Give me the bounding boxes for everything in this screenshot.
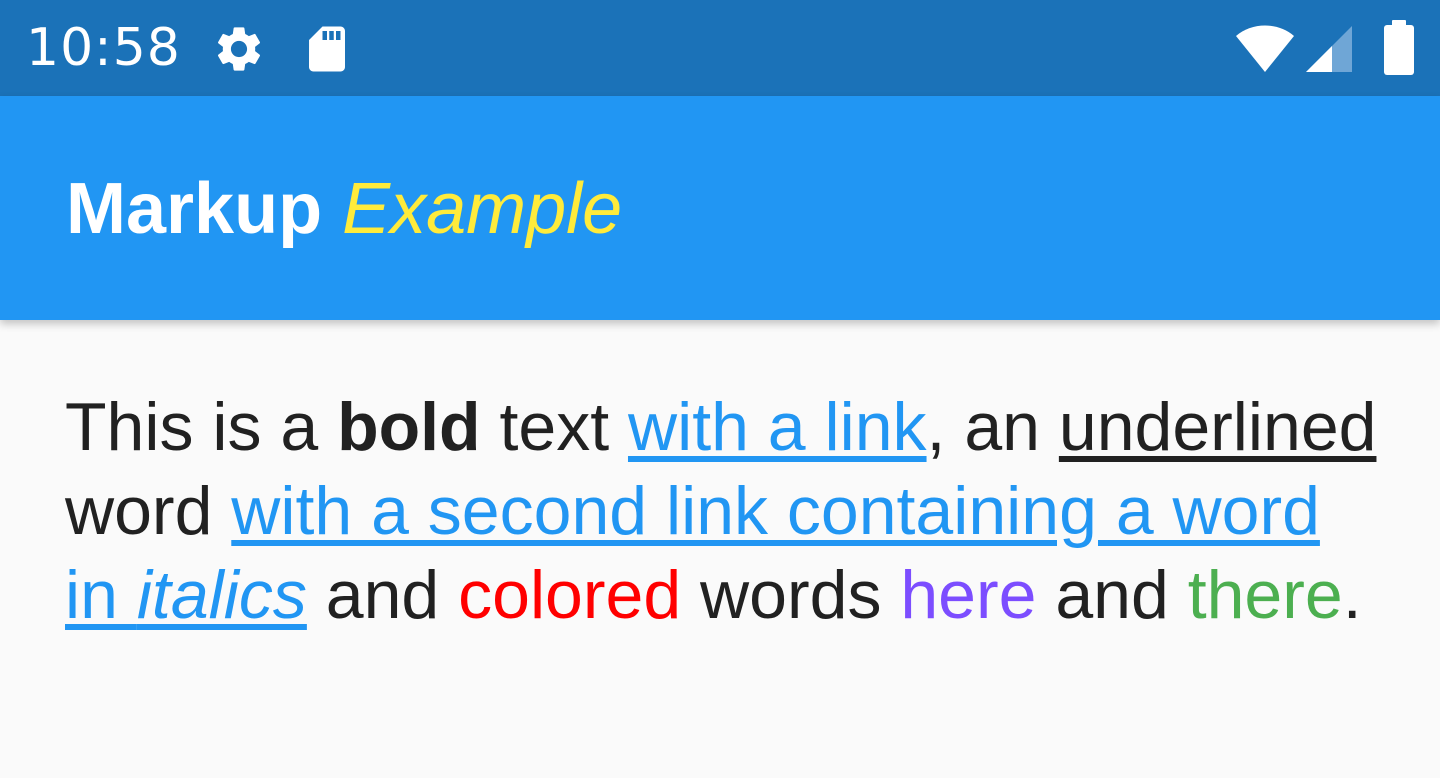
markup-paragraph: This is a bold text with a link, an unde… (65, 385, 1385, 637)
text-segment: and (1036, 557, 1188, 633)
cell-signal-icon (1306, 26, 1352, 72)
gear-icon (217, 27, 261, 71)
title-bold-word: Markup (66, 169, 323, 249)
text-segment: This is a (65, 389, 338, 465)
app-title: Markup Example (66, 166, 622, 252)
text-segment: words (681, 557, 901, 633)
app-bar: Markup Example (0, 96, 1440, 320)
status-time: 10:58 (26, 18, 181, 78)
status-bar: 10:58 (0, 0, 1440, 96)
text-segment: word (65, 473, 232, 549)
here-word: here (900, 557, 1037, 633)
first-link[interactable]: with a link (628, 389, 927, 465)
bold-word: bold (337, 389, 481, 465)
sd-card-icon (309, 26, 345, 72)
battery-icon (1384, 20, 1414, 75)
text-segment: . (1342, 557, 1362, 633)
colored-word: colored (458, 557, 682, 633)
italic-word: italics (136, 557, 307, 633)
there-word: there (1187, 557, 1343, 633)
text-segment: and (306, 557, 459, 633)
wifi-icon (1236, 25, 1294, 72)
text-segment: , an (926, 389, 1059, 465)
title-italic-word: Example (342, 169, 623, 249)
underlined-word: underlined (1058, 389, 1377, 465)
text-segment: text (480, 389, 628, 465)
